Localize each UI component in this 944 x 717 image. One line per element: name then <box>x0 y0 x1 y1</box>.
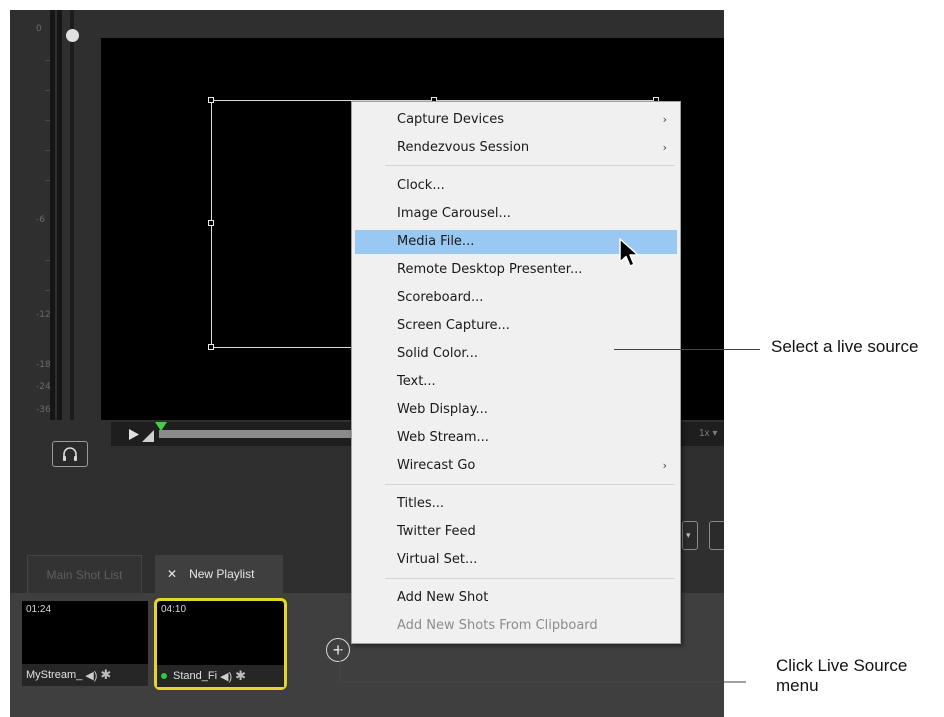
meter-label: -18 <box>36 360 51 370</box>
chevron-down-icon: ▾ <box>686 530 691 540</box>
menu-item-label: Remote Desktop Presenter... <box>397 262 583 277</box>
menu-item-label: Capture Devices <box>397 112 505 127</box>
shot-name: Stand_Fi <box>173 670 218 682</box>
chevron-right-icon: › <box>662 141 667 154</box>
menu-item-label: Media File... <box>397 234 475 249</box>
meter-label: -36 <box>36 405 51 415</box>
menu-item-virtual-set[interactable]: Virtual Set... <box>355 548 677 572</box>
menu-item-clock[interactable]: Clock... <box>355 174 677 198</box>
menu-item-label: Titles... <box>397 496 445 511</box>
headphones-icon <box>63 447 77 461</box>
resize-handle[interactable] <box>208 344 214 350</box>
menu-item-web-stream[interactable]: Web Stream... <box>355 426 677 450</box>
shot-footer: Stand_Fi ◀) ✱ <box>157 665 284 687</box>
resize-handle[interactable] <box>208 220 214 226</box>
tab-new-playlist[interactable]: ✕ New Playlist <box>155 555 283 593</box>
toolbar-button[interactable] <box>709 521 724 550</box>
chevron-right-icon: › <box>662 113 667 126</box>
shot-duration: 01:24 <box>26 604 52 615</box>
menu-item-label: Virtual Set... <box>397 552 478 567</box>
tab-label: New Playlist <box>189 567 255 581</box>
menu-item-label: Web Stream... <box>397 430 489 445</box>
menu-item-add-new-shot[interactable]: Add New Shot <box>355 586 677 610</box>
meter-tick <box>45 180 50 181</box>
menu-item-label: Clock... <box>397 178 445 193</box>
menu-item-rendezvous-session[interactable]: Rendezvous Session › <box>355 136 677 160</box>
shot-tile[interactable]: 01:24 MyStream_ ◀) ✱ <box>22 601 148 686</box>
callout-line-select-live-source <box>614 349 760 350</box>
menu-item-image-carousel[interactable]: Image Carousel... <box>355 202 677 226</box>
meter-label: -24 <box>36 382 51 392</box>
meter-tick <box>45 150 50 151</box>
callout-text: Click Live Source menu <box>776 656 908 695</box>
menu-item-label: Web Display... <box>397 402 488 417</box>
play-icon[interactable] <box>129 429 139 440</box>
gear-icon[interactable]: ✱ <box>235 668 246 684</box>
volume-slider-knob[interactable] <box>66 29 79 42</box>
dropdown-button[interactable]: ▾ <box>682 521 698 550</box>
menu-item-label: Add New Shots From Clipboard <box>397 618 598 633</box>
volume-slider-track[interactable] <box>70 10 74 420</box>
menu-item-label: Screen Capture... <box>397 318 510 333</box>
callout-line-live-source-menu <box>339 640 746 683</box>
menu-item-web-display[interactable]: Web Display... <box>355 398 677 422</box>
callout-select-live-source: Select a live source <box>771 337 921 357</box>
menu-item-solid-color[interactable]: Solid Color... <box>355 342 677 366</box>
close-icon[interactable]: ✕ <box>167 567 177 581</box>
live-dot-icon <box>161 673 167 679</box>
mouse-cursor-icon <box>619 238 639 267</box>
meter-tick <box>45 290 50 291</box>
menu-item-label: Add New Shot <box>397 590 489 605</box>
menu-item-add-new-shots-from-clipboard: Add New Shots From Clipboard <box>355 614 677 638</box>
menu-item-label: Scoreboard... <box>397 290 484 305</box>
menu-item-capture-devices[interactable]: Capture Devices › <box>355 108 677 132</box>
meter-label: -12 <box>36 310 51 320</box>
meter-tick <box>45 60 50 61</box>
callout-text: Select a live source <box>771 337 919 356</box>
playhead-icon[interactable] <box>155 422 167 431</box>
menu-item-wirecast-go[interactable]: Wirecast Go › <box>355 454 677 478</box>
menu-item-label: Wirecast Go <box>397 458 476 473</box>
selection-edge-bottom <box>211 347 361 348</box>
menu-item-label: Twitter Feed <box>397 524 476 539</box>
shot-footer: MyStream_ ◀) ✱ <box>22 664 148 686</box>
shot-name: MyStream_ <box>26 669 83 681</box>
live-source-context-menu: Capture Devices › Rendezvous Session › C… <box>351 101 681 644</box>
resize-handle[interactable] <box>208 97 214 103</box>
meter-tick <box>45 260 50 261</box>
meter-label: -6 <box>36 215 45 225</box>
menu-item-text[interactable]: Text... <box>355 370 677 394</box>
menu-item-label: Solid Color... <box>397 346 478 361</box>
shot-tile-selected[interactable]: 04:10 Stand_Fi ◀) ✱ <box>154 598 287 690</box>
menu-item-label: Rendezvous Session <box>397 140 530 155</box>
speaker-icon[interactable]: ◀) <box>85 669 97 682</box>
meter-tick <box>45 90 50 91</box>
menu-separator <box>385 165 675 166</box>
menu-item-label: Image Carousel... <box>397 206 511 221</box>
playback-speed[interactable]: 1x ▾ <box>699 428 717 439</box>
menu-separator <box>385 484 675 485</box>
gear-icon[interactable]: ✱ <box>100 667 111 683</box>
chevron-right-icon: › <box>662 459 667 472</box>
menu-item-screen-capture[interactable]: Screen Capture... <box>355 314 677 338</box>
meter-label: 0 <box>36 24 42 34</box>
meter-tick <box>45 120 50 121</box>
in-point-marker-icon[interactable] <box>142 426 156 442</box>
tab-label: Main Shot List <box>46 567 123 582</box>
menu-separator <box>385 578 675 579</box>
menu-item-scoreboard[interactable]: Scoreboard... <box>355 286 677 310</box>
menu-item-titles[interactable]: Titles... <box>355 492 677 516</box>
tab-main-shot-list[interactable]: Main Shot List <box>27 555 142 593</box>
menu-item-twitter-feed[interactable]: Twitter Feed <box>355 520 677 544</box>
playback-speed-value: 1x <box>699 428 710 439</box>
headphones-button[interactable] <box>52 441 88 467</box>
callout-click-live-source-menu: Click Live Source menu <box>776 656 936 696</box>
speaker-icon[interactable]: ◀) <box>220 670 232 683</box>
shot-duration: 04:10 <box>161 604 187 615</box>
audio-meter-right <box>57 10 62 420</box>
menu-item-label: Text... <box>397 374 436 389</box>
